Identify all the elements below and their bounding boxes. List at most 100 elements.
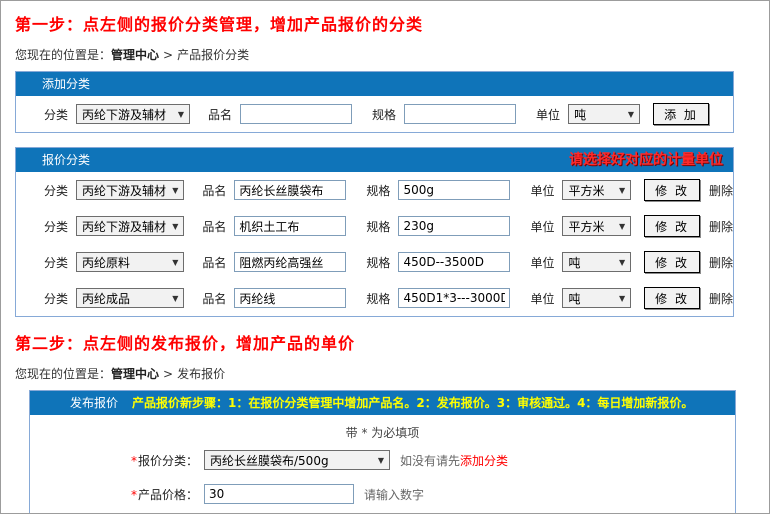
category-select[interactable]: 丙纶下游及辅材▼	[76, 180, 184, 200]
spec-input[interactable]	[398, 252, 510, 272]
category-list-panel: 报价分类 请选择好对应的计量单位 分类 丙纶下游及辅材 ▼ 品名 规格 单位 平方…	[15, 147, 734, 317]
name-input[interactable]	[234, 288, 346, 308]
breadcrumb-section[interactable]: 管理中心	[111, 48, 159, 62]
spec-input[interactable]	[398, 288, 510, 308]
add-category-link[interactable]: 添加分类	[460, 454, 508, 468]
unit-select[interactable]: 平方米▼	[562, 216, 631, 236]
chevron-down-icon: ▼	[619, 294, 625, 303]
breadcrumb-page: 发布报价	[177, 367, 225, 381]
unit-label: 单位	[530, 218, 554, 235]
breadcrumb-prefix: 您现在的位置是：	[15, 48, 111, 62]
name-input[interactable]	[234, 252, 346, 272]
quote-category-select-value: 丙纶长丝膜袋布/500g	[210, 452, 329, 469]
spec-input[interactable]	[398, 180, 510, 200]
category-select-value: 丙纶下游及辅材	[82, 106, 166, 123]
breadcrumb-prefix: 您现在的位置是：	[15, 367, 111, 381]
step2-title: 第二步：点左侧的发布报价，增加产品的单价	[15, 330, 769, 354]
publish-quote-panel-title: 发布报价	[30, 391, 118, 415]
edit-button[interactable]: 修 改	[644, 215, 700, 237]
product-price-row: *产品价格： 请输入数字	[30, 477, 735, 511]
unit-label: 单位	[536, 106, 560, 123]
category-select-value: 丙纶原料	[82, 254, 130, 271]
add-button[interactable]: 添 加	[653, 103, 709, 125]
delete-link[interactable]: 删除	[709, 182, 733, 199]
quote-category-hint: 如没有请先添加分类	[400, 452, 508, 469]
name-input[interactable]	[234, 180, 346, 200]
add-category-panel-header: 添加分类	[16, 72, 733, 96]
page: 第一步：点左侧的报价分类管理，增加产品报价的分类 您现在的位置是：管理中心>产品…	[0, 0, 770, 514]
product-price-input[interactable]	[204, 484, 354, 504]
quote-category-hint-text: 如没有请先	[400, 454, 460, 468]
name-input[interactable]	[240, 104, 352, 124]
spec-label: 规格	[366, 254, 390, 271]
publish-quote-panel-header: 发布报价 产品报价新步骤：1：在报价分类管理中增加产品名。2：发布报价。3：审核…	[30, 391, 735, 415]
delete-link[interactable]: 删除	[709, 254, 733, 271]
product-price-label-text: 产品价格：	[138, 488, 198, 502]
category-list-panel-title: 报价分类	[16, 148, 90, 172]
unit-select[interactable]: 平方米▼	[562, 180, 631, 200]
unit-label: 单位	[530, 182, 554, 199]
name-label: 品名	[202, 218, 226, 235]
name-input[interactable]	[234, 216, 346, 236]
chevron-down-icon: ▼	[172, 294, 178, 303]
edit-button[interactable]: 修 改	[644, 287, 700, 309]
category-select-value: 丙纶成品	[82, 290, 130, 307]
category-select[interactable]: 丙纶下游及辅材 ▼	[76, 104, 190, 124]
category-label: 分类	[44, 106, 68, 123]
name-label: 品名	[202, 254, 226, 271]
delete-link[interactable]: 删除	[709, 290, 733, 307]
chevron-down-icon: ▼	[172, 222, 178, 231]
quote-category-row: *报价分类： 丙纶长丝膜袋布/500g ▼ 如没有请先添加分类	[30, 443, 735, 477]
category-list-panel-header: 报价分类 请选择好对应的计量单位	[16, 148, 733, 172]
category-select[interactable]: 丙纶原料 ▼	[76, 252, 184, 272]
breadcrumb-section[interactable]: 管理中心	[111, 367, 159, 381]
category-select-value: 丙纶下游及辅材	[82, 218, 166, 235]
unit-select-value: 吨	[568, 254, 580, 271]
chevron-down-icon: ▼	[378, 456, 384, 465]
category-label: 分类	[44, 182, 68, 199]
spec-label: 规格	[366, 290, 390, 307]
unit-select[interactable]: 吨▼	[562, 288, 631, 308]
chevron-down-icon: ▼	[619, 258, 625, 267]
table-row: 分类 丙纶原料▼ 品名 规格 单位 吨▼ 修 改 删除	[16, 244, 733, 280]
table-row: 分类 丙纶成品▼ 品名 规格 单位 吨▼ 修 改 删除	[16, 280, 733, 316]
add-category-panel-title: 添加分类	[16, 72, 90, 96]
required-mark: *	[131, 488, 137, 502]
edit-button[interactable]: 修 改	[644, 179, 700, 201]
chevron-down-icon: ▼	[172, 258, 178, 267]
spec-input[interactable]	[398, 216, 510, 236]
product-price-label: *产品价格：	[30, 486, 198, 503]
chevron-down-icon: ▼	[628, 110, 634, 119]
unit-select[interactable]: 吨▼	[562, 252, 631, 272]
spec-label: 规格	[366, 182, 390, 199]
spec-label: 规格	[366, 218, 390, 235]
quote-category-select[interactable]: 丙纶长丝膜袋布/500g ▼	[204, 450, 390, 470]
quote-category-label: *报价分类：	[30, 452, 198, 469]
breadcrumb-page: 产品报价分类	[177, 48, 249, 62]
category-label: 分类	[44, 290, 68, 307]
edit-button[interactable]: 修 改	[644, 251, 700, 273]
required-mark: *	[131, 454, 137, 468]
category-select[interactable]: 丙纶成品 ▼	[76, 288, 184, 308]
add-category-row: 分类 丙纶下游及辅材 ▼ 品名 规格 单位 吨 ▼ 添 加	[16, 96, 733, 132]
category-select-value: 丙纶下游及辅材	[82, 182, 166, 199]
table-row: 分类 丙纶下游及辅材▼ 品名 规格 单位 平方米▼ 修 改 删除	[16, 172, 733, 208]
price-hint: 请输入数字	[364, 486, 424, 503]
breadcrumb-separator: >	[163, 367, 173, 381]
spec-label: 规格	[372, 106, 396, 123]
name-label: 品名	[202, 290, 226, 307]
required-fields-note: 带 * 为必填项	[30, 415, 735, 443]
breadcrumb-step1: 您现在的位置是：管理中心>产品报价分类	[15, 46, 769, 63]
category-select[interactable]: 丙纶下游及辅材 ▼	[76, 216, 184, 236]
name-label: 品名	[202, 182, 226, 199]
unit-label: 单位	[530, 254, 554, 271]
category-label: 分类	[44, 218, 68, 235]
chevron-down-icon: ▼	[619, 186, 625, 195]
publish-steps-notice: 产品报价新步骤：1：在报价分类管理中增加产品名。2：发布报价。3：审核通过。4：…	[132, 391, 693, 415]
table-row: 分类 丙纶下游及辅材 ▼ 品名 规格 单位 平方米▼ 修 改 删除	[16, 208, 733, 244]
spec-input[interactable]	[404, 104, 516, 124]
delete-link[interactable]: 删除	[709, 218, 733, 235]
chevron-down-icon: ▼	[619, 222, 625, 231]
category-label: 分类	[44, 254, 68, 271]
unit-select[interactable]: 吨 ▼	[568, 104, 640, 124]
